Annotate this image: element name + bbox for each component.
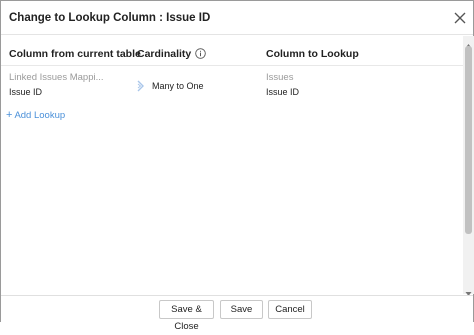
dialog-title: Change to Lookup Column : Issue ID: [9, 12, 211, 24]
dialog-body: Column from current table Cardinality Co…: [1, 36, 463, 294]
header-cardinality: Cardinality: [137, 48, 207, 62]
dialog-header: Change to Lookup Column : Issue ID: [1, 1, 473, 35]
cancel-button[interactable]: Cancel: [268, 300, 312, 319]
close-icon: [454, 12, 466, 24]
scrollbar-thumb[interactable]: [465, 46, 472, 234]
dialog-footer: Save & Close Save Cancel: [1, 295, 473, 332]
add-lookup-link[interactable]: + Add Lookup: [6, 109, 65, 121]
header-column-to: Column to Lookup: [266, 48, 359, 60]
save-close-button[interactable]: Save & Close: [159, 300, 214, 332]
add-lookup-label: Add Lookup: [14, 110, 66, 121]
vertical-scrollbar[interactable]: [463, 36, 474, 296]
from-table-name: Linked Issues Mappi...: [9, 72, 104, 83]
plus-icon: +: [6, 109, 13, 121]
lookup-dialog: Change to Lookup Column : Issue ID Colum…: [0, 0, 474, 332]
close-button[interactable]: [451, 9, 469, 27]
header-cardinality-label: Cardinality: [137, 48, 192, 60]
save-button[interactable]: Save: [220, 300, 263, 319]
to-column-name: Issue ID: [266, 87, 300, 97]
header-column-from: Column from current table: [9, 48, 141, 60]
to-table-name: Issues: [266, 72, 294, 83]
from-column-name: Issue ID: [9, 87, 43, 97]
scroll-up-arrow[interactable]: [463, 37, 474, 48]
scroll-down-arrow[interactable]: [463, 285, 474, 296]
header-divider: [1, 65, 463, 66]
cardinality-value[interactable]: Many to One: [152, 81, 204, 91]
info-icon[interactable]: [195, 48, 207, 62]
chevron-right-icon: [136, 79, 146, 98]
